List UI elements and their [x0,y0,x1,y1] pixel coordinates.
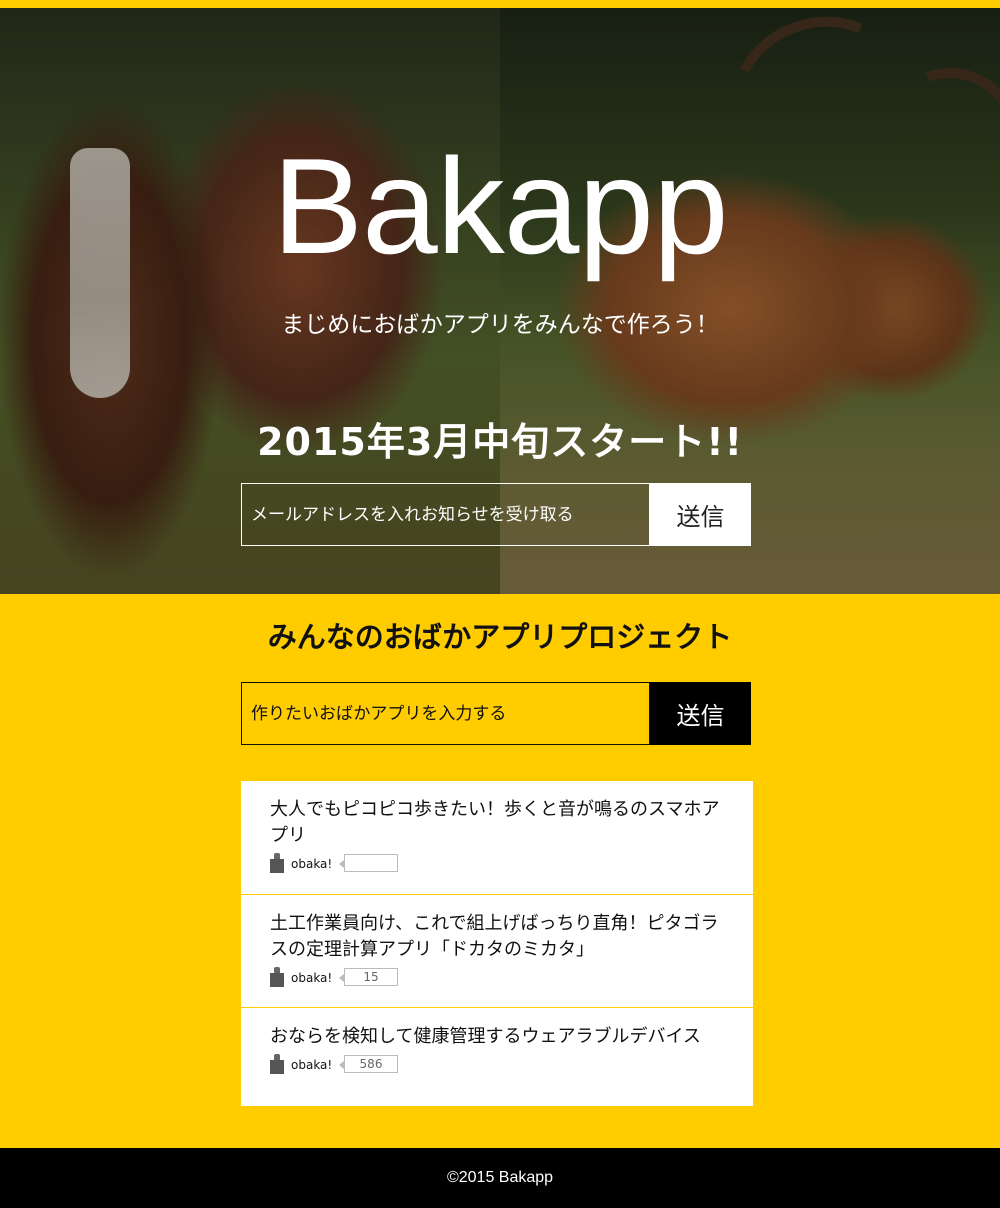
project-section: みんなのおばかアプリプロジェクト 送信 大人でもピコピコ歩きたい！歩くと音が鳴る… [0,594,1000,1148]
copyright: ©2015 Bakapp [446,1169,554,1186]
site-logo: Bakapp [272,130,728,282]
idea-title: 大人でもピコピコ歩きたい！歩くと音が鳴るのスマホアプリ [270,799,720,846]
top-accent-bar [0,0,1000,8]
idea-form: 送信 [241,682,751,745]
thumbs-up-icon [270,1054,284,1074]
like-count: 15 [339,968,398,986]
email-submit-button[interactable]: 送信 [650,483,751,546]
idea-submit-button[interactable]: 送信 [650,682,751,745]
idea-list: 大人でもピコピコ歩きたい！歩くと音が鳴るのスマホアプリ obaka! 土工作業員… [241,781,753,1106]
list-item: おならを検知して健康管理するウェアラブルデバイス obaka! 586 [241,1008,753,1106]
list-item: 土工作業員向け、これで組上げばっちり直角！ピタゴラスの定理計算アプリ「ドカタのミ… [241,895,753,1008]
idea-title: 土工作業員向け、これで組上げばっちり直角！ピタゴラスの定理計算アプリ「ドカタのミ… [270,913,719,960]
section-title: みんなのおばかアプリプロジェクト [267,620,733,654]
like-label: obaka! [291,1058,333,1072]
like-count [339,854,398,872]
site-footer: ©2015 Bakapp [0,1148,1000,1208]
email-signup-form: 送信 [241,483,751,546]
like-button[interactable]: obaka! 15 [270,967,470,989]
like-button[interactable]: obaka! [270,853,470,875]
like-label: obaka! [291,971,333,985]
hero-content: Bakapp まじめにおばかアプリをみんなで作ろう！ 2015年3月中旬スタート… [0,8,1000,594]
tagline: まじめにおばかアプリをみんなで作ろう！ [281,312,719,338]
thumbs-up-icon [270,967,284,987]
thumbs-up-icon [270,853,284,873]
hero-banner: Bakapp まじめにおばかアプリをみんなで作ろう！ 2015年3月中旬スタート… [0,8,1000,594]
like-label: obaka! [291,857,333,871]
idea-input[interactable] [241,682,650,745]
email-field[interactable] [241,483,650,546]
like-button[interactable]: obaka! 586 [270,1054,470,1076]
like-count: 586 [339,1055,398,1073]
launch-announcement: 2015年3月中旬スタート!! [257,420,743,464]
list-item: 大人でもピコピコ歩きたい！歩くと音が鳴るのスマホアプリ obaka! [241,781,753,895]
idea-title: おならを検知して健康管理するウェアラブルデバイス [270,1026,701,1047]
